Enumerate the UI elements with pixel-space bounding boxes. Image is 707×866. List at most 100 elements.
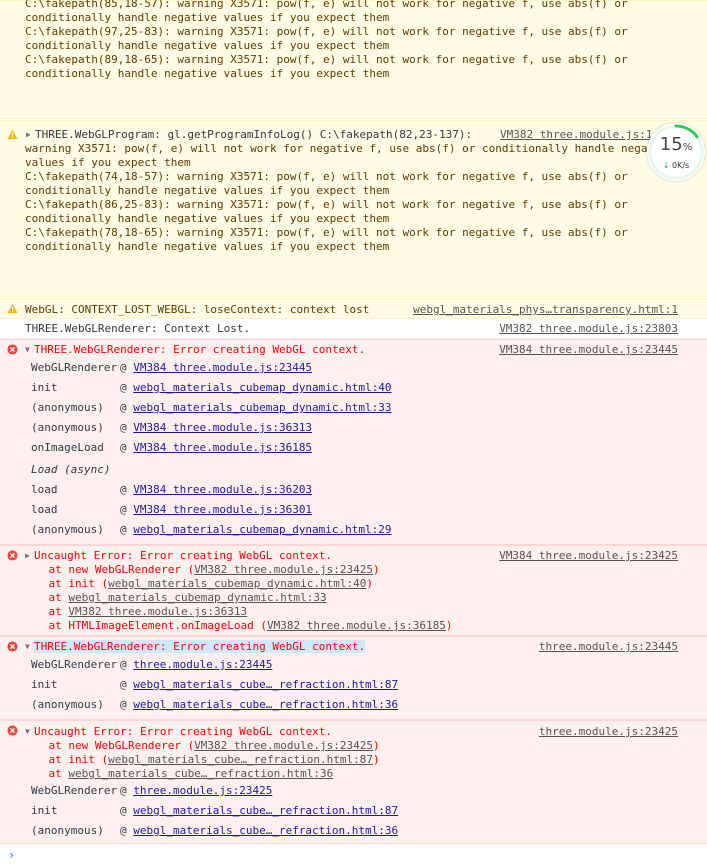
warning-title: THREE.WebGLProgram: gl.getProgramInfoLog…: [35, 128, 473, 141]
stack-function: WebGLRenderer: [31, 361, 118, 374]
stack-row: init @ webgl_materials_cube…_refraction.h…: [31, 678, 398, 692]
warning-line: values if you expect them: [25, 156, 191, 169]
error-message-renderer-2[interactable]: ▼ THREE.WebGLRenderer: Error creating We…: [0, 636, 707, 720]
stack-link[interactable]: webgl_materials_cubemap_dynamic.html:33: [133, 401, 391, 414]
stack-link[interactable]: VM384 three.module.js:36313: [133, 421, 312, 434]
stack-function: onImageLoad: [31, 441, 104, 454]
error-message-uncaught[interactable]: ▶ Uncaught Error: Error creating WebGL c…: [0, 545, 707, 636]
warning-line: warning X3571: pow(f, e) will not work f…: [25, 142, 655, 155]
warning-line: C:\fakepath(85,18-57): warning X3571: po…: [25, 0, 628, 10]
warning-message-webglprogram[interactable]: ▶ THREE.WebGLProgram: gl.getProgramInfoL…: [0, 120, 707, 297]
collapse-triangle-icon[interactable]: ▼: [25, 343, 30, 357]
trace-line: at new WebGLRenderer (VM382 three.module…: [22, 563, 380, 577]
stack-row: init @ webgl_materials_cubemap_dynamic.ht…: [31, 381, 392, 395]
trace-prefix: at new WebGLRenderer (: [22, 563, 195, 576]
stack-at: @: [120, 658, 127, 671]
trace-link[interactable]: VM382 three.module.js:23425: [194, 739, 373, 752]
warning-line: C:\fakepath(78,18-65): warning X3571: po…: [25, 226, 628, 239]
stack-row: (anonymous) @ webgl_materials_cubemap_dyn…: [31, 401, 392, 415]
stack-link[interactable]: webgl_materials_cubemap_dynamic.html:29: [133, 523, 391, 536]
stack-row: WebGLRenderer @ three.module.js:23425: [31, 784, 272, 798]
error-source-link[interactable]: VM384 three.module.js:23445: [499, 343, 678, 357]
stack-at: @: [120, 804, 127, 817]
error-source-link[interactable]: three.module.js:23445: [539, 640, 678, 654]
stack-function: (anonymous): [31, 824, 104, 837]
stack-link[interactable]: three.module.js:23445: [133, 658, 272, 671]
stack-at: @: [120, 421, 127, 434]
network-speed-badge[interactable]: 15% ↓ 0K/s: [647, 123, 705, 181]
trace-line: at init (webgl_materials_cube…_refractio…: [22, 753, 380, 767]
stack-function: load: [31, 483, 58, 496]
error-source-link[interactable]: three.module.js:23425: [539, 725, 678, 739]
collapse-triangle-icon[interactable]: ▼: [25, 640, 30, 654]
stack-at: @: [120, 784, 127, 797]
stack-link[interactable]: VM384 three.module.js:23445: [133, 361, 312, 374]
stack-link[interactable]: webgl_materials_cube…_refraction.html:36: [133, 698, 398, 711]
selected-text: THREE.WebGLRenderer: Error creating WebG…: [34, 640, 366, 653]
log-message-context-lost[interactable]: THREE.WebGLRenderer: Context Lost. VM382…: [0, 319, 707, 339]
stack-link[interactable]: webgl_materials_cube…_refraction.html:87: [133, 678, 398, 691]
error-message-uncaught-2[interactable]: ▼ Uncaught Error: Error creating WebGL c…: [0, 720, 707, 844]
trace-prefix: at HTMLImageElement.onImageLoad (: [22, 619, 268, 632]
stack-at: @: [120, 698, 127, 711]
stack-link[interactable]: webgl_materials_cubemap_dynamic.html:40: [133, 381, 391, 394]
trace-line: at webgl_materials_cubemap_dynamic.html:…: [22, 591, 326, 605]
progress-percent-unit: %: [682, 142, 693, 153]
trace-suffix: ): [373, 739, 380, 752]
stack-at: @: [120, 361, 127, 374]
expand-triangle-icon[interactable]: ▶: [26, 128, 31, 142]
trace-prefix: at: [22, 591, 69, 604]
trace-link[interactable]: webgl_materials_cubemap_dynamic.html:40: [108, 577, 366, 590]
warning-source-link[interactable]: webgl_materials_phys…transparency.html:1: [413, 303, 678, 317]
stack-function: (anonymous): [31, 421, 104, 434]
download-speed-value: 0K/s: [672, 161, 690, 170]
warning-message-context-lost[interactable]: WebGL: CONTEXT_LOST_WEBGL: loseContext: …: [0, 298, 707, 319]
trace-link[interactable]: VM382 three.module.js:36185: [267, 619, 446, 632]
error-title: Uncaught Error: Error creating WebGL con…: [34, 549, 333, 562]
log-source-link[interactable]: VM382 three.module.js:23803: [499, 322, 678, 336]
trace-link[interactable]: webgl_materials_cube…_refraction.html:36: [68, 767, 333, 780]
warning-message-continued: C:\fakepath(85,18-57): warning X3571: po…: [0, 0, 707, 119]
trace-suffix: ): [373, 563, 380, 576]
trace-line: at new WebGLRenderer (VM382 three.module…: [22, 739, 380, 753]
trace-line: at webgl_materials_cube…_refraction.html…: [22, 767, 333, 781]
stack-function: init: [31, 381, 58, 394]
warning-line: conditionally handle negative values if …: [25, 11, 390, 24]
collapse-triangle-icon[interactable]: ▼: [25, 725, 30, 739]
stack-link[interactable]: VM384 three.module.js:36203: [133, 483, 312, 496]
stack-at: @: [120, 503, 127, 516]
trace-link[interactable]: VM382 three.module.js:23425: [194, 563, 373, 576]
warning-line: conditionally handle negative values if …: [25, 67, 390, 80]
stack-row: (anonymous) @ webgl_materials_cube…_refra…: [31, 824, 398, 838]
warning-source-link[interactable]: VM382 three.module.js:1: [500, 128, 652, 142]
progress-percent-value: 15: [659, 134, 683, 155]
error-source-link[interactable]: VM384 three.module.js:23425: [499, 549, 678, 563]
warning-line: C:\fakepath(97,25-83): warning X3571: po…: [25, 25, 628, 38]
stack-row: (anonymous) @ webgl_materials_cube…_refra…: [31, 698, 398, 712]
warning-text: WebGL: CONTEXT_LOST_WEBGL: loseContext: …: [25, 303, 370, 316]
stack-at: @: [120, 401, 127, 414]
trace-line: at init (webgl_materials_cubemap_dynamic…: [22, 577, 373, 591]
stack-link[interactable]: three.module.js:23425: [133, 784, 272, 797]
warning-line: conditionally handle negative values if …: [25, 240, 390, 253]
stack-function: (anonymous): [31, 401, 104, 414]
stack-link[interactable]: VM384 three.module.js:36301: [133, 503, 312, 516]
expand-triangle-icon[interactable]: ▶: [25, 549, 30, 563]
error-message-renderer[interactable]: ▼ THREE.WebGLRenderer: Error creating We…: [0, 339, 707, 545]
stack-row: init @ webgl_materials_cube…_refraction.h…: [31, 804, 398, 818]
stack-at: @: [120, 523, 127, 536]
trace-link[interactable]: webgl_materials_cubemap_dynamic.html:33: [68, 591, 326, 604]
stack-row: load @ VM384 three.module.js:36203: [31, 483, 312, 497]
trace-link[interactable]: webgl_materials_cube…_refraction.html:87: [108, 753, 373, 766]
trace-prefix: at new WebGLRenderer (: [22, 739, 195, 752]
stack-at: @: [120, 381, 127, 394]
trace-link[interactable]: VM382 three.module.js:36313: [68, 605, 247, 618]
download-speed: ↓ 0K/s: [647, 161, 705, 170]
trace-suffix: ): [373, 753, 380, 766]
console-prompt[interactable]: ›: [8, 848, 15, 862]
stack-link[interactable]: webgl_materials_cube…_refraction.html:87: [133, 804, 398, 817]
stack-at: @: [120, 483, 127, 496]
stack-link[interactable]: webgl_materials_cube…_refraction.html:36: [133, 824, 398, 837]
stack-link[interactable]: VM384 three.module.js:36185: [133, 441, 312, 454]
error-title: Uncaught Error: Error creating WebGL con…: [34, 725, 333, 738]
